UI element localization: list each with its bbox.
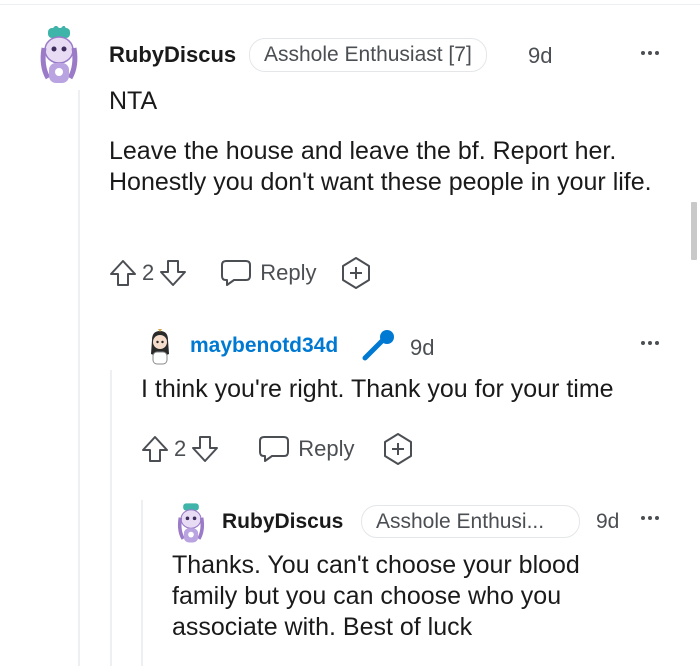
vote-group: 2 — [108, 258, 188, 288]
dot — [655, 341, 659, 345]
username[interactable]: RubyDiscus — [109, 42, 236, 68]
more-options-button[interactable] — [641, 341, 659, 345]
avatar[interactable] — [143, 328, 177, 366]
dot — [641, 341, 645, 345]
more-options-button[interactable] — [641, 516, 659, 520]
dot — [655, 516, 659, 520]
upvote-icon[interactable] — [140, 434, 170, 464]
award-icon[interactable] — [339, 256, 373, 290]
reply-icon — [259, 436, 290, 462]
comment-body: Leave the house and leave the bf. Report… — [109, 137, 652, 196]
comment-timestamp[interactable]: 9d — [596, 510, 619, 534]
reply-label: Reply — [298, 436, 355, 461]
dot — [641, 516, 645, 520]
scrollbar-thumb[interactable] — [691, 202, 697, 260]
avatar[interactable] — [174, 502, 208, 546]
comment-body: NTA — [109, 87, 158, 115]
more-options-button[interactable] — [641, 51, 659, 55]
reply-button[interactable]: Reply — [220, 258, 317, 288]
downvote-icon[interactable] — [190, 434, 220, 464]
top-divider — [0, 4, 700, 5]
thread-line[interactable] — [78, 90, 80, 666]
award-icon[interactable] — [381, 432, 415, 466]
user-flair: Asshole Enthusiast [7] — [249, 38, 487, 72]
reply-icon — [221, 260, 252, 286]
dot — [648, 516, 652, 520]
user-flair: Asshole Enthusi... — [361, 505, 580, 538]
dot — [648, 51, 652, 55]
vote-count: 2 — [142, 260, 155, 285]
dot — [648, 341, 652, 345]
reply-label: Reply — [260, 260, 317, 285]
thread-line[interactable] — [110, 370, 112, 666]
downvote-icon[interactable] — [158, 258, 188, 288]
username[interactable]: maybenotd34d — [190, 334, 338, 358]
comment-timestamp[interactable]: 9d — [528, 43, 552, 69]
vote-count: 2 — [174, 436, 187, 461]
dot — [655, 51, 659, 55]
microphone-icon — [362, 330, 394, 361]
comment-body: I think you're right. Thank you for your… — [141, 375, 614, 403]
comment-actions: 2 Reply — [108, 256, 373, 290]
avatar[interactable] — [36, 26, 82, 88]
dot — [641, 51, 645, 55]
comment-body: Thanks. You can't choose your blood fami… — [172, 551, 580, 641]
reply-button[interactable]: Reply — [258, 434, 355, 464]
upvote-icon[interactable] — [108, 258, 138, 288]
username[interactable]: RubyDiscus — [222, 510, 343, 534]
comment-actions: 2 Reply — [140, 432, 415, 466]
comment-timestamp[interactable]: 9d — [410, 335, 434, 361]
vote-group: 2 — [140, 434, 220, 464]
thread-line[interactable] — [141, 500, 143, 666]
